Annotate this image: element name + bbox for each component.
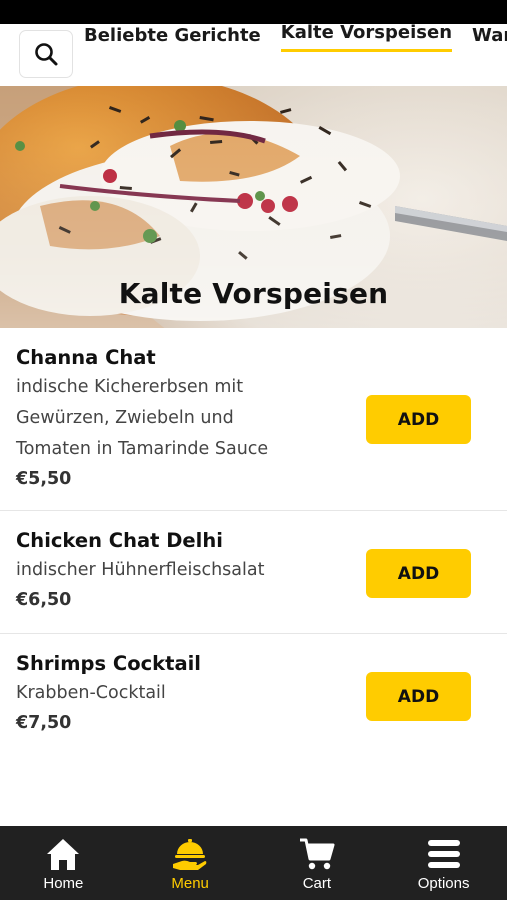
menu-item-list: Channa Chat indische Kichererbsen mit Ge… bbox=[0, 328, 507, 758]
tab-kalte-vorspeisen[interactable]: Kalte Vorspeisen bbox=[280, 24, 453, 52]
nav-cart[interactable]: Cart bbox=[254, 826, 381, 900]
nav-label: Menu bbox=[171, 875, 209, 892]
item-description-line: Gewürzen, Zwiebeln und bbox=[16, 408, 234, 428]
category-tabs: Beliebte Gerichte Kalte Vorspeisen Warme… bbox=[84, 24, 507, 52]
item-description-line: indische Kichererbsen mit bbox=[16, 377, 244, 397]
home-icon bbox=[44, 836, 82, 872]
search-icon bbox=[35, 43, 58, 66]
serving-hand-icon bbox=[171, 836, 209, 872]
add-button[interactable]: ADD bbox=[366, 549, 471, 598]
item-description: indische Kichererbsen mit Gewürzen, Zwie… bbox=[16, 372, 316, 465]
top-bar: Beliebte Gerichte Kalte Vorspeisen Warme… bbox=[0, 24, 507, 86]
item-name: Channa Chat bbox=[16, 346, 156, 369]
item-description-line: Krabben-Cocktail bbox=[16, 683, 166, 703]
item-description-line: Tomaten in Tamarinde Sauce bbox=[16, 439, 269, 459]
hamburger-menu-icon bbox=[425, 836, 463, 872]
item-description: indischer Hühnerfleischsalat bbox=[16, 555, 316, 586]
item-price: €5,50 bbox=[16, 469, 72, 489]
nav-home[interactable]: Home bbox=[0, 826, 127, 900]
status-bar bbox=[0, 0, 507, 24]
search-button[interactable] bbox=[19, 30, 73, 78]
tab-warme-vorspeisen[interactable]: Warme Vorspeisen bbox=[472, 24, 507, 52]
nav-label: Home bbox=[43, 875, 84, 892]
cart-icon bbox=[298, 836, 336, 872]
add-button[interactable]: ADD bbox=[366, 395, 471, 444]
hero-title: Kalte Vorspeisen bbox=[118, 277, 389, 310]
menu-item-channa-chat[interactable]: Channa Chat indische Kichererbsen mit Ge… bbox=[0, 328, 507, 511]
tab-beliebte-gerichte[interactable]: Beliebte Gerichte bbox=[84, 24, 261, 52]
category-hero-banner: Kalte Vorspeisen bbox=[0, 86, 507, 328]
menu-item-shrimps-cocktail[interactable]: Shrimps Cocktail Krabben-Cocktail €7,50 … bbox=[0, 634, 507, 758]
menu-item-chicken-chat-delhi[interactable]: Chicken Chat Delhi indischer Hühnerfleis… bbox=[0, 511, 507, 634]
add-button[interactable]: ADD bbox=[366, 672, 471, 721]
item-description: Krabben-Cocktail bbox=[16, 678, 316, 709]
nav-options[interactable]: Options bbox=[380, 826, 507, 900]
nav-menu[interactable]: Menu bbox=[127, 826, 254, 900]
item-description-line: indischer Hühnerfleischsalat bbox=[16, 560, 265, 580]
nav-label: Options bbox=[417, 875, 470, 892]
nav-label: Cart bbox=[302, 875, 332, 892]
bottom-navigation: Home Menu Cart Options bbox=[0, 826, 507, 900]
